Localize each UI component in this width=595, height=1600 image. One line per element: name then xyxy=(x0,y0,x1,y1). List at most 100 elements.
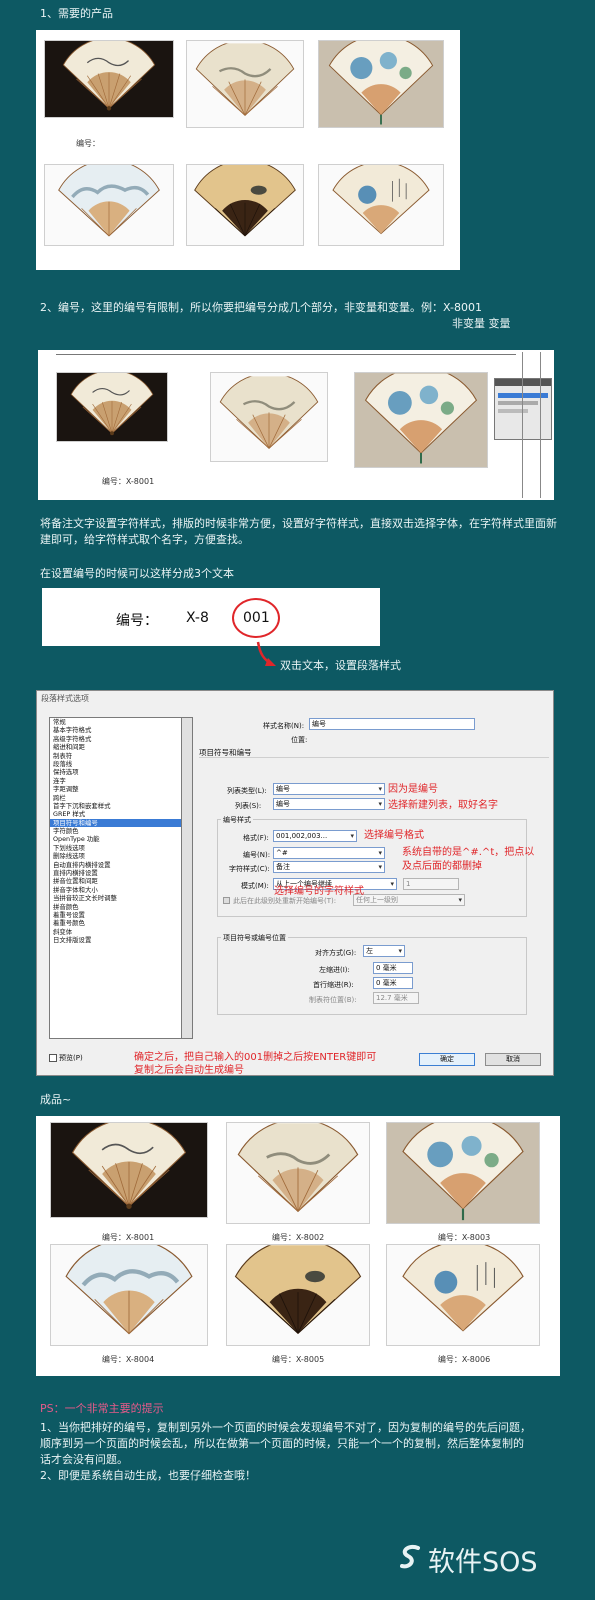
align-select[interactable]: 左 xyxy=(363,945,405,957)
result-image xyxy=(386,1122,540,1224)
numbering-style-title: 编号样式 xyxy=(221,815,253,825)
cancel-button[interactable]: 取消 xyxy=(485,1053,541,1066)
category-item[interactable]: 基本字符格式 xyxy=(50,726,190,734)
mode-number-input[interactable]: 1 xyxy=(403,878,459,890)
category-item[interactable]: 项目符号和编号 xyxy=(50,818,190,828)
preview-checkbox[interactable] xyxy=(49,1054,57,1062)
result-caption: 编号：X-8002 xyxy=(271,1233,325,1242)
result-image xyxy=(226,1122,370,1224)
watermark-text: 软件SOS xyxy=(428,1547,538,1578)
red-arrow-icon xyxy=(256,641,276,666)
numbering-demo-panel: 编号： X-8 001 xyxy=(42,588,380,646)
annotation-format: 选择编号格式 xyxy=(364,830,424,841)
result-caption: 编号：X-8005 xyxy=(271,1355,325,1364)
first-indent-input[interactable]: 0 毫米 xyxy=(373,977,413,989)
left-indent-input[interactable]: 0 毫米 xyxy=(373,962,413,974)
result-caption: 编号：X-8004 xyxy=(101,1355,155,1364)
ok-button[interactable]: 确定 xyxy=(419,1053,475,1066)
category-item[interactable]: 拼音位置和间距 xyxy=(50,877,190,885)
category-item[interactable]: 字距调整 xyxy=(50,785,190,793)
demo-label: 编号： xyxy=(116,613,158,629)
tab-input[interactable]: 12.7 毫米 xyxy=(373,992,419,1004)
product-image xyxy=(186,40,304,128)
preview-label: 预览(P) xyxy=(59,1054,83,1062)
category-item[interactable]: 保持选项 xyxy=(50,768,190,776)
ps-title: PS：一个非常主要的提示 xyxy=(40,1402,164,1415)
result-caption: 编号：X-8001 xyxy=(101,1233,155,1242)
category-item[interactable]: 日文排版设置 xyxy=(50,936,190,944)
annotation-default: 系统自带的是^#.^t，把点以 xyxy=(402,847,535,858)
category-item[interactable]: 直排内横排设置 xyxy=(50,869,190,877)
product-panel: 编号： xyxy=(36,30,460,270)
product-image xyxy=(210,372,328,462)
category-item[interactable]: 着重号设置 xyxy=(50,911,190,919)
section-2-text: 2、编号，这里的编号有限制，所以你要把编号分成几个部分，非变量和变量。例：X-8… xyxy=(40,301,482,314)
char-style-select[interactable]: 备注 xyxy=(273,861,385,873)
category-item[interactable]: 斜变体 xyxy=(50,928,190,936)
category-item[interactable]: 拼音颜色 xyxy=(50,903,190,911)
category-item[interactable]: 删除线选项 xyxy=(50,852,190,860)
category-item[interactable]: 当拼音较正文长时调整 xyxy=(50,894,190,902)
product-image xyxy=(318,164,444,246)
annotation-delete: 及点后面的都删掉 xyxy=(402,861,482,872)
category-item[interactable]: 制表符 xyxy=(50,752,190,760)
format-label: 格式(F): xyxy=(243,834,269,842)
result-title: 成品~ xyxy=(40,1093,72,1106)
annotation-char-style: 选择编号的字符样式 xyxy=(274,886,364,897)
product-image xyxy=(56,372,168,442)
ps-line: 话才会没有问题。 xyxy=(40,1453,128,1466)
category-item[interactable]: 跨栏 xyxy=(50,794,190,802)
category-item[interactable]: 拼音字体和大小 xyxy=(50,886,190,894)
demo-prefix: X-8 xyxy=(186,610,209,626)
list-type-select[interactable]: 编号 xyxy=(273,783,385,795)
product-image xyxy=(44,40,174,118)
product-image xyxy=(318,40,444,128)
annotation-list-type: 因为是编号 xyxy=(388,784,438,795)
ps-line: 1、当你把排好的编号，复制到另外一个页面的时候会发现编号不对了，因为复制的编号的… xyxy=(40,1421,531,1434)
style-name-input[interactable]: 编号 xyxy=(309,718,475,730)
category-item[interactable]: 高级字符格式 xyxy=(50,735,190,743)
restart-select[interactable]: 任何上一级别 xyxy=(353,894,465,906)
left-indent-label: 左缩进(I): xyxy=(319,966,350,974)
section-1-heading: 1、需要的产品 xyxy=(40,7,113,20)
result-image xyxy=(386,1244,540,1346)
mini-panel-row[interactable] xyxy=(498,401,538,405)
category-item[interactable]: 下划线选项 xyxy=(50,844,190,852)
restart-checkbox[interactable] xyxy=(223,897,230,904)
category-item[interactable]: 常规 xyxy=(50,718,190,726)
result-image xyxy=(50,1122,208,1218)
category-item[interactable]: 字符颜色 xyxy=(50,827,190,835)
category-list-right xyxy=(181,717,193,1039)
format-select[interactable]: 001,002,003... xyxy=(273,830,357,842)
product-caption: 编号：X-8001 xyxy=(101,477,155,486)
product-image xyxy=(354,372,488,468)
category-item[interactable]: GREP 样式 xyxy=(50,810,190,818)
category-list[interactable]: 常规 基本字符格式 高级字符格式 缩进和间距 制表符 段落线 保持选项 连字 字距调整 跨栏 首字下… xyxy=(49,717,191,1039)
category-item[interactable]: 自动直排内横排设置 xyxy=(50,861,190,869)
first-indent-label: 首行缩进(R): xyxy=(313,981,354,989)
vertical-guide-line xyxy=(522,352,523,498)
category-item[interactable]: 首字下沉和嵌套样式 xyxy=(50,802,190,810)
tab-label: 制表符位置(B): xyxy=(309,996,357,1004)
ps-line: 顺序到另一个页面的时候会乱，所以在做第一个页面的时候，只能一个一个的复制，然后整… xyxy=(40,1437,524,1450)
category-item[interactable]: 着重号颜色 xyxy=(50,919,190,927)
mini-panel-row[interactable] xyxy=(498,409,528,413)
product-image xyxy=(44,164,174,246)
result-image xyxy=(50,1244,208,1346)
number-input[interactable]: ^# xyxy=(273,847,385,859)
result-image xyxy=(226,1244,370,1346)
category-item[interactable]: OpenType 功能 xyxy=(50,835,190,843)
char-style-label: 字符样式(C): xyxy=(229,865,270,873)
position-group-title: 项目符号或编号位置 xyxy=(221,933,288,943)
list-select[interactable]: 编号 xyxy=(273,798,385,810)
category-item[interactable]: 缩进和间距 xyxy=(50,743,190,751)
mode-label: 模式(M): xyxy=(241,882,269,890)
dialog-title: 段落样式选项 xyxy=(41,694,89,703)
demo-number: 001 xyxy=(243,610,270,626)
annotation-new-list: 选择新建列表，取好名字 xyxy=(388,800,498,811)
paragraph-character-style: 将备注文字设置字符样式，排版的时候非常方便，设置好字符样式，直接双击选择字体，在… xyxy=(40,517,557,546)
category-item[interactable]: 连字 xyxy=(50,777,190,785)
vertical-guide-line xyxy=(540,352,541,498)
category-item[interactable]: 段落线 xyxy=(50,760,190,768)
numbering-example-panel: 编号：X-8001 xyxy=(38,350,554,500)
